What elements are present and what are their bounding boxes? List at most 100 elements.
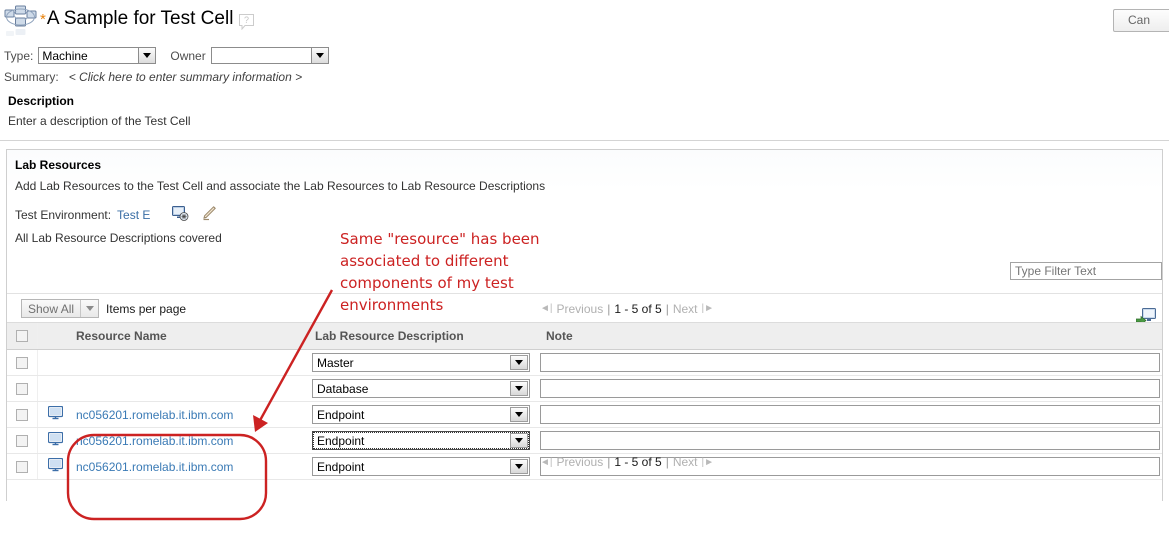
owner-label: Owner bbox=[170, 48, 206, 63]
resource-name-cell[interactable]: nc056201.romelab.it.ibm.com bbox=[72, 402, 312, 427]
previous-page-button[interactable]: Previous bbox=[557, 455, 604, 469]
next-page-button[interactable]: Next bbox=[673, 302, 698, 316]
table-row[interactable]: Master bbox=[7, 350, 1162, 376]
note-input[interactable] bbox=[540, 431, 1160, 450]
help-bubble-icon[interactable]: ? bbox=[239, 14, 255, 33]
note-cell[interactable] bbox=[540, 376, 1162, 401]
note-input[interactable] bbox=[540, 405, 1160, 424]
column-header-note[interactable]: Note bbox=[543, 323, 1162, 349]
table-row[interactable]: nc056201.romelab.it.ibm.com Endpoint bbox=[7, 402, 1162, 428]
note-cell[interactable] bbox=[540, 428, 1162, 453]
chevron-down-icon[interactable] bbox=[510, 459, 528, 474]
row-checkbox-cell[interactable] bbox=[7, 350, 38, 375]
test-cell-editor-page: * A Sample for Test Cell ? Can Type: Mac… bbox=[0, 0, 1169, 534]
row-checkbox[interactable] bbox=[16, 434, 28, 447]
machine-monitor-icon bbox=[47, 431, 63, 449]
table-header-row: Resource Name Lab Resource Description N… bbox=[7, 322, 1162, 350]
row-checkbox[interactable] bbox=[16, 382, 28, 395]
lab-resource-description-value: Master bbox=[317, 355, 354, 370]
type-select[interactable]: Machine bbox=[38, 47, 157, 64]
lab-resource-description-select[interactable]: Endpoint bbox=[312, 457, 530, 476]
coverage-status-text: All Lab Resource Descriptions covered bbox=[15, 231, 222, 245]
lab-resource-description-cell[interactable]: Master bbox=[312, 350, 540, 375]
first-page-icon[interactable]: ◄| bbox=[540, 457, 553, 468]
chevron-down-icon[interactable] bbox=[510, 433, 528, 448]
select-test-environment-icon[interactable] bbox=[172, 205, 189, 224]
chevron-down-icon[interactable] bbox=[510, 407, 528, 422]
lab-resource-description-value: Endpoint bbox=[317, 407, 365, 422]
pager-range: 1 - 5 of 5 bbox=[614, 301, 662, 316]
table-row[interactable]: Database bbox=[7, 376, 1162, 402]
items-per-page-select[interactable]: Show All bbox=[21, 299, 100, 318]
note-input[interactable] bbox=[540, 379, 1160, 398]
description-text[interactable]: Enter a description of the Test Cell bbox=[8, 114, 1169, 128]
lab-resource-description-cell[interactable]: Database bbox=[312, 376, 540, 401]
pager-separator-right: | bbox=[665, 301, 669, 316]
chevron-down-icon[interactable] bbox=[138, 48, 156, 63]
network-cluster-icon bbox=[4, 4, 38, 42]
row-checkbox[interactable] bbox=[16, 356, 28, 369]
select-all-checkbox-cell[interactable] bbox=[7, 323, 38, 349]
machine-monitor-icon bbox=[47, 457, 63, 475]
resource-name-cell[interactable]: nc056201.romelab.it.ibm.com bbox=[72, 454, 312, 479]
lab-resources-subtext: Add Lab Resources to the Test Cell and a… bbox=[15, 179, 546, 193]
note-cell[interactable] bbox=[540, 350, 1162, 375]
last-page-icon[interactable]: |► bbox=[702, 457, 715, 468]
column-header-lab-resource-description[interactable]: Lab Resource Description bbox=[312, 323, 543, 349]
previous-page-button[interactable]: Previous bbox=[557, 302, 604, 316]
row-icon-cell bbox=[38, 376, 72, 401]
row-checkbox-cell[interactable] bbox=[7, 376, 38, 401]
owner-select[interactable] bbox=[210, 47, 329, 64]
row-checkbox[interactable] bbox=[16, 460, 28, 473]
summary-label: Summary: bbox=[4, 70, 59, 84]
top-pager-bar: Show All Items per page ◄| Previous | 1 … bbox=[7, 293, 1162, 323]
lab-resource-description-select[interactable]: Master bbox=[312, 353, 530, 372]
chevron-down-icon[interactable] bbox=[80, 300, 98, 317]
edit-pencil-icon[interactable] bbox=[202, 205, 218, 224]
filter-input[interactable] bbox=[1010, 262, 1162, 280]
pager-range: 1 - 5 of 5 bbox=[614, 455, 662, 469]
owner-select-value bbox=[212, 48, 311, 63]
lab-resource-description-cell[interactable]: Endpoint bbox=[312, 402, 540, 427]
note-cell[interactable] bbox=[540, 402, 1162, 427]
lab-resource-description-cell[interactable]: Endpoint bbox=[312, 454, 540, 479]
row-checkbox-cell[interactable] bbox=[7, 454, 38, 479]
unsaved-marker: * bbox=[40, 11, 46, 28]
resource-name-link[interactable]: nc056201.romelab.it.ibm.com bbox=[76, 434, 233, 448]
first-page-icon[interactable]: ◄| bbox=[540, 303, 553, 314]
lab-resource-description-cell[interactable]: Endpoint bbox=[312, 428, 540, 453]
note-input[interactable] bbox=[540, 353, 1160, 372]
last-page-icon[interactable]: |► bbox=[702, 303, 715, 314]
icon-column-header bbox=[38, 323, 72, 349]
row-checkbox-cell[interactable] bbox=[7, 428, 38, 453]
row-checkbox-cell[interactable] bbox=[7, 402, 38, 427]
summary-placeholder-link[interactable]: < Click here to enter summary informatio… bbox=[69, 70, 302, 84]
resource-name-cell[interactable] bbox=[72, 376, 312, 401]
select-all-checkbox[interactable] bbox=[16, 330, 28, 342]
resource-name-link[interactable]: nc056201.romelab.it.ibm.com bbox=[76, 408, 233, 422]
resource-name-cell[interactable]: nc056201.romelab.it.ibm.com bbox=[72, 428, 312, 453]
row-icon-cell bbox=[38, 350, 72, 375]
pagination-controls: ◄| Previous | 1 - 5 of 5 | Next |► bbox=[540, 294, 714, 323]
table-row[interactable]: nc056201.romelab.it.ibm.com Endpoint bbox=[7, 428, 1162, 454]
description-section: Description Enter a description of the T… bbox=[0, 86, 1169, 128]
summary-row: Summary: < Click here to enter summary i… bbox=[0, 67, 1169, 86]
lab-resource-description-select[interactable]: Database bbox=[312, 379, 530, 398]
next-page-button[interactable]: Next bbox=[673, 455, 698, 469]
column-header-resource-name[interactable]: Resource Name bbox=[72, 323, 312, 349]
type-owner-row: Type: Machine Owner bbox=[0, 44, 1169, 67]
chevron-down-icon[interactable] bbox=[510, 381, 528, 396]
cancel-button[interactable]: Can bbox=[1113, 9, 1169, 32]
row-checkbox[interactable] bbox=[16, 408, 28, 421]
resource-name-link[interactable]: nc056201.romelab.it.ibm.com bbox=[76, 460, 233, 474]
lab-resource-description-value: Endpoint bbox=[317, 459, 365, 474]
chevron-down-icon[interactable] bbox=[310, 48, 328, 63]
page-header: * A Sample for Test Cell ? Can bbox=[0, 0, 1169, 44]
lab-resource-description-select[interactable]: Endpoint bbox=[312, 405, 530, 424]
lab-resources-heading: Lab Resources bbox=[15, 158, 102, 172]
lab-resource-description-select[interactable]: Endpoint bbox=[312, 431, 530, 450]
test-environment-link[interactable]: Test E bbox=[117, 208, 150, 222]
resource-name-cell[interactable] bbox=[72, 350, 312, 375]
chevron-down-icon[interactable] bbox=[510, 355, 528, 370]
items-per-page-value: Show All bbox=[28, 301, 75, 316]
